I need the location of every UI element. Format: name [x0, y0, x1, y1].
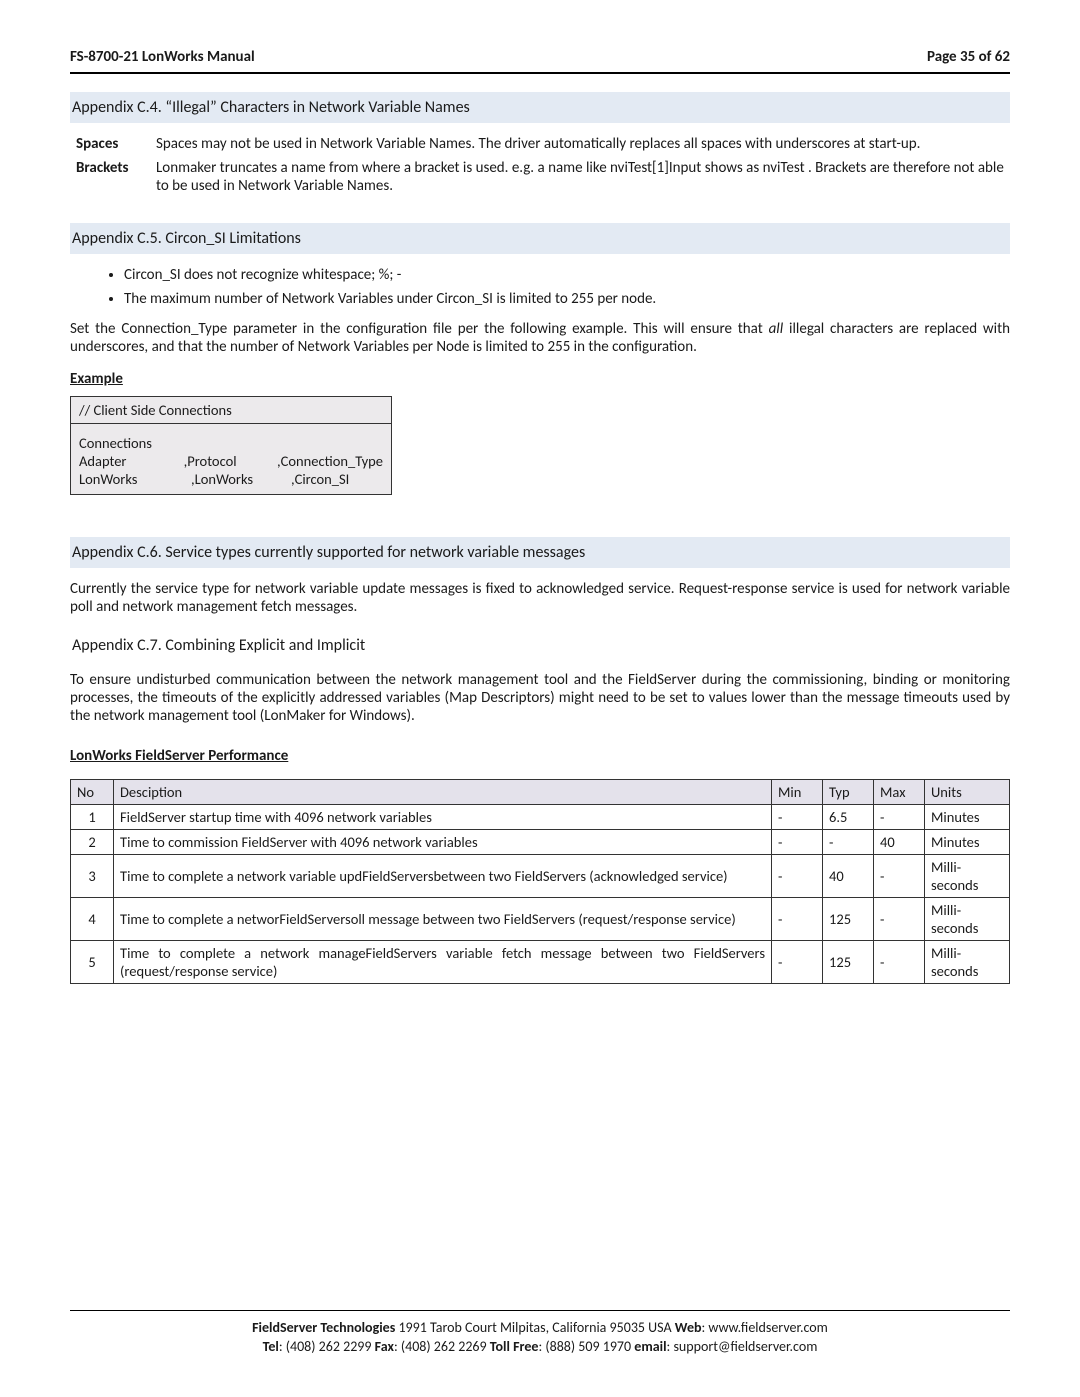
def-text-spaces: Spaces may not be used in Network Variab… [156, 135, 1010, 153]
c5-bullet-2: The maximum number of Network Variables … [124, 290, 1010, 308]
cell-no: 4 [71, 898, 114, 941]
heading-c5: Appendix C.5. Circon_SI Limitations [70, 223, 1010, 254]
cell-units: Milli-seconds [925, 898, 1010, 941]
code-h3: ,Connection_Type [277, 452, 383, 470]
th-no: No [71, 780, 114, 805]
th-min: Min [772, 780, 823, 805]
code-v3: ,Circon_SI [291, 470, 383, 488]
page-footer: FieldServer Technologies 1991 Tarob Cour… [70, 1306, 1010, 1357]
code-h2: ,Protocol [184, 452, 277, 470]
c6-para: Currently the service type for network v… [70, 580, 1010, 616]
cell-typ: - [823, 830, 874, 855]
table-row: 3Time to complete a network variable upd… [71, 855, 1010, 898]
cell-desc: Time to commission FieldServer with 4096… [114, 830, 772, 855]
footer-email-label: email [634, 1338, 666, 1355]
cell-min: - [772, 898, 823, 941]
footer-web: : www.fieldserver.com [702, 1319, 828, 1336]
cell-min: - [772, 830, 823, 855]
th-typ: Typ [823, 780, 874, 805]
footer-fax: : (408) 262 2269 [394, 1338, 490, 1355]
header-left: FS-8700-21 LonWorks Manual [70, 48, 255, 66]
code-row-values: LonWorks ,LonWorks ,Circon_SI [79, 470, 383, 488]
cell-desc: FieldServer startup time with 4096 netwo… [114, 805, 772, 830]
footer-tollfree: : (888) 509 1970 [538, 1338, 634, 1355]
c5-para-before: Set the Connection_Type parameter in the… [70, 320, 769, 338]
c7-para: To ensure undisturbed communication betw… [70, 671, 1010, 725]
cell-min: - [772, 941, 823, 984]
footer-tel-label: Tel [263, 1338, 279, 1355]
table-row: 2Time to commission FieldServer with 409… [71, 830, 1010, 855]
header-right: Page 35 of 62 [927, 48, 1010, 66]
cell-no: 5 [71, 941, 114, 984]
cell-desc: Time to complete a network variable updF… [114, 855, 772, 898]
code-h1: Adapter [79, 452, 184, 470]
footer-web-label: Web [675, 1319, 702, 1336]
c5-para-ital: all [769, 320, 784, 338]
cell-typ: 125 [823, 898, 874, 941]
code-v2: ,LonWorks [191, 470, 291, 488]
heading-c6: Appendix C.6. Service types currently su… [70, 537, 1010, 568]
footer-tollfree-label: Toll Free [490, 1338, 539, 1355]
footer-rule [70, 1310, 1010, 1311]
cell-units: Milli-seconds [925, 941, 1010, 984]
def-brackets: Brackets Lonmaker truncates a name from … [70, 159, 1010, 195]
cell-min: - [772, 855, 823, 898]
table-row: 4Time to complete a networFieldServersol… [71, 898, 1010, 941]
def-text-brackets: Lonmaker truncates a name from where a b… [156, 159, 1010, 195]
c5-bullets: Circon_SI does not recognize whitespace;… [70, 266, 1010, 308]
table-row: 1FieldServer startup time with 4096 netw… [71, 805, 1010, 830]
cell-units: Milli-seconds [925, 855, 1010, 898]
cell-max: - [874, 898, 925, 941]
cell-units: Minutes [925, 830, 1010, 855]
cell-no: 3 [71, 855, 114, 898]
footer-address: 1991 Tarob Court Milpitas, California 95… [395, 1319, 674, 1336]
cell-min: - [772, 805, 823, 830]
code-box: // Client Side Connections Connections A… [70, 396, 392, 495]
heading-c7: Appendix C.7. Combining Explicit and Imp… [70, 630, 1010, 661]
c5-bullet-1: Circon_SI does not recognize whitespace;… [124, 266, 1010, 284]
code-row-headers: Adapter ,Protocol ,Connection_Type [79, 452, 383, 470]
cell-desc: Time to complete a networFieldServersoll… [114, 898, 772, 941]
example-label: Example [70, 370, 1010, 388]
cell-no: 1 [71, 805, 114, 830]
cell-max: 40 [874, 830, 925, 855]
footer-tel: : (408) 262 2299 [279, 1338, 375, 1355]
cell-no: 2 [71, 830, 114, 855]
cell-max: - [874, 805, 925, 830]
cell-typ: 6.5 [823, 805, 874, 830]
cell-typ: 40 [823, 855, 874, 898]
heading-c4: Appendix C.4. “Illegal” Characters in Ne… [70, 92, 1010, 123]
def-term-brackets: Brackets [76, 159, 156, 195]
cell-typ: 125 [823, 941, 874, 984]
code-v1: LonWorks [79, 470, 191, 488]
cell-units: Minutes [925, 805, 1010, 830]
cell-max: - [874, 855, 925, 898]
page-header: FS-8700-21 LonWorks Manual Page 35 of 62 [70, 48, 1010, 66]
def-term-spaces: Spaces [76, 135, 156, 153]
def-spaces: Spaces Spaces may not be used in Network… [70, 135, 1010, 153]
perf-heading: LonWorks FieldServer Performance [70, 747, 1010, 765]
code-connections: Connections [79, 434, 383, 452]
th-max: Max [874, 780, 925, 805]
header-rule [70, 72, 1010, 74]
th-desc: Desciption [114, 780, 772, 805]
footer-email: : support@fieldserver.com [667, 1338, 818, 1355]
perf-table: No Desciption Min Typ Max Units 1FieldSe… [70, 779, 1010, 984]
cell-max: - [874, 941, 925, 984]
th-units: Units [925, 780, 1010, 805]
footer-fax-label: Fax [375, 1338, 394, 1355]
table-row: 5Time to complete a network manageFieldS… [71, 941, 1010, 984]
c5-para: Set the Connection_Type parameter in the… [70, 320, 1010, 356]
code-row-comment: // Client Side Connections [71, 397, 391, 424]
cell-desc: Time to complete a network manageFieldSe… [114, 941, 772, 984]
footer-company: FieldServer Technologies [252, 1319, 395, 1336]
